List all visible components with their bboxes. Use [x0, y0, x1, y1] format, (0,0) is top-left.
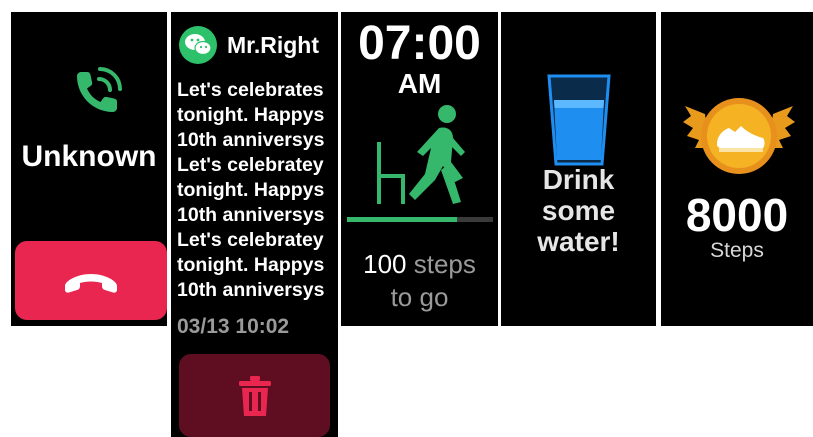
clock-time: 07:00 [358, 17, 481, 70]
water-glass-icon [547, 74, 611, 166]
clock-ampm: AM [397, 68, 442, 99]
progress-bar [347, 217, 493, 222]
message-timestamp: 03/13 10:02 [177, 315, 290, 338]
steps-remaining-value: 100 [363, 249, 407, 279]
message-body: Let's celebrates tonight. Happys 10th anni… [177, 78, 337, 303]
message-line: tonight. Happys [177, 254, 325, 276]
progress-fill [347, 217, 457, 222]
message-line: Let's celebratey [177, 154, 324, 176]
message-line: 10th anniversys [177, 204, 325, 226]
activity-reminder-screen: 07:00 AM 100 steps to go [341, 12, 498, 326]
message-line: 10th anniversys [177, 129, 325, 151]
message-line: 10th anniversys [177, 279, 325, 301]
steps-remaining: 100 steps to go [341, 248, 498, 314]
steps-remaining-unit: steps [406, 249, 476, 279]
message-line: Let's celebrates [177, 79, 324, 101]
caller-name: Unknown [21, 140, 157, 173]
hangup-button[interactable] [15, 241, 167, 320]
message-line: tonight. Happys [177, 104, 325, 126]
goal-steps-value: 8000 [685, 189, 789, 241]
delete-button[interactable] [179, 354, 330, 437]
phone-ringing-icon [77, 67, 122, 112]
hydration-reminder-screen: Drink some water! [501, 12, 656, 326]
goal-steps-label: Steps [710, 239, 764, 262]
walking-person-icon [377, 105, 465, 204]
goal-achieved-screen: 8000 Steps [661, 12, 813, 326]
steps-remaining-suffix: to go [390, 282, 449, 312]
message-sender: Mr.Right [227, 32, 319, 58]
incoming-call-screen: Unknown [11, 12, 167, 326]
phone-hangup-icon [65, 273, 117, 293]
message-notification-screen: Mr.Right Let's celebrates tonight. Happys… [171, 12, 338, 437]
trash-icon [238, 375, 271, 416]
message-line: Let's celebratey [177, 229, 324, 251]
shoe-medal-icon [683, 98, 795, 174]
wechat-icon [179, 26, 217, 64]
message-line: tonight. Happys [177, 179, 325, 201]
hydration-message: Drink some water! [537, 164, 620, 257]
